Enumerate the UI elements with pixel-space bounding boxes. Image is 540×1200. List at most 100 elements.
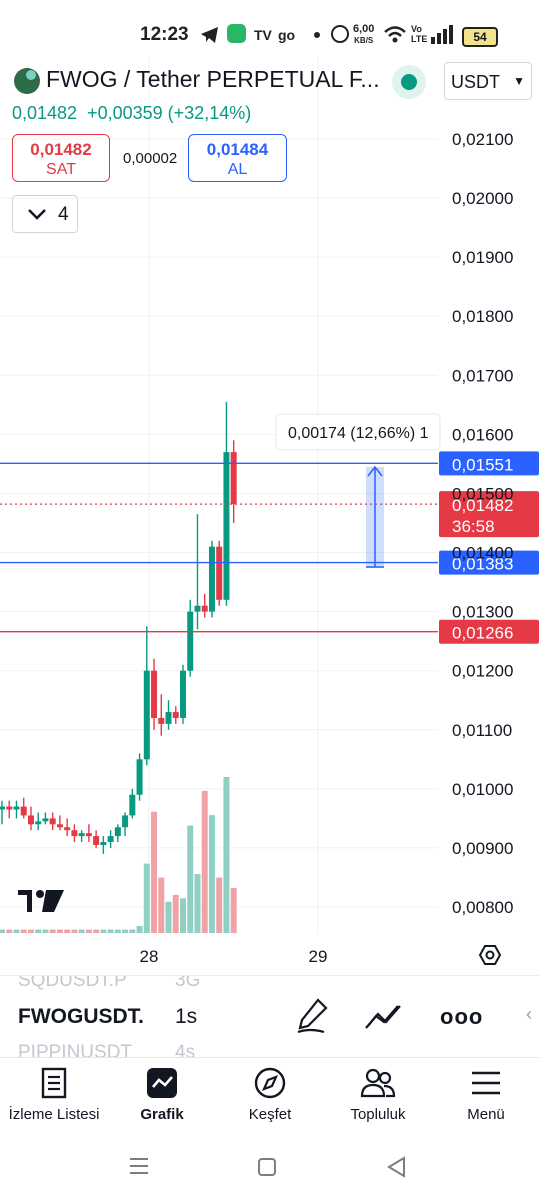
candle-body: [6, 806, 13, 810]
candle-body: [208, 546, 215, 612]
candle-body: [136, 759, 143, 795]
indicators-count: 4: [58, 204, 69, 225]
more-icon[interactable]: ooo: [440, 1004, 483, 1030]
currency-value: USDT: [451, 72, 500, 92]
price-tick-label: 0,01100: [452, 721, 512, 740]
candle-body: [35, 821, 42, 825]
currency-select[interactable]: USDT ▼: [444, 62, 532, 100]
volume-bar: [6, 929, 13, 933]
chevron-down-icon: [28, 209, 46, 220]
volume-bar: [143, 863, 150, 933]
symbol-title[interactable]: FWOG / Tether PERPETUAL F...: [46, 66, 380, 93]
price-tick-label: 0,00800: [452, 898, 513, 917]
watchlist-interval[interactable]: 4s: [175, 1042, 195, 1058]
price-tick-label: 0,02100: [452, 130, 513, 149]
candle-body: [187, 611, 194, 671]
candle-body: [107, 836, 114, 843]
candle-body: [64, 827, 71, 831]
volume-bar: [151, 811, 158, 933]
brush-icon[interactable]: [296, 998, 328, 1034]
nav-watchlist[interactable]: İzleme Listesi: [0, 1066, 108, 1123]
nav-menu[interactable]: Menü: [432, 1066, 540, 1123]
price-tick-label: 0,01000: [452, 780, 513, 799]
volume-bar: [100, 929, 107, 933]
volume-bar: [85, 929, 92, 933]
nav-label: İzleme Listesi: [8, 1106, 100, 1123]
volume-bar: [56, 929, 63, 933]
volume-bar: [93, 929, 100, 933]
watchlist-interval[interactable]: 3G: [175, 976, 200, 992]
volume-bar: [158, 877, 165, 933]
chart-settings-icon[interactable]: [478, 945, 502, 965]
candle-body: [143, 670, 150, 760]
price-tick-label: 0,01700: [452, 366, 513, 385]
nav-label: Keşfet: [248, 1106, 292, 1123]
candle-body: [165, 712, 172, 724]
candle-body: [230, 452, 237, 505]
buy-button[interactable]: 0,01484 AL: [188, 134, 287, 182]
trend-drawing-icon[interactable]: [364, 1002, 402, 1032]
watchlist-symbol[interactable]: PIPPINUSDT: [18, 1042, 132, 1058]
buy-label: AL: [227, 161, 248, 178]
candle-body: [78, 833, 85, 837]
candle-body: [85, 833, 92, 837]
menu-icon: [472, 1071, 500, 1095]
live-dot-icon: [401, 74, 417, 90]
candle-body: [0, 806, 5, 810]
community-icon: [360, 1068, 396, 1098]
candle-body: [13, 806, 20, 810]
time-axis: 28 29: [140, 945, 502, 966]
volume-bar: [223, 777, 230, 933]
fwog-logo: [14, 68, 40, 94]
price-tick-label: 0,01600: [452, 425, 513, 444]
time-tick-label: 29: [309, 947, 328, 966]
price-tick-label: 0,01300: [452, 603, 513, 622]
volume-bar: [78, 929, 85, 933]
measure-label-text: 0,00174 (12,66%) 1: [288, 425, 429, 442]
volume-bar: [187, 825, 194, 933]
price-tick-label: 0,01900: [452, 248, 513, 267]
price-tick-label: 0,01800: [452, 307, 513, 326]
candle-body: [158, 717, 165, 724]
candle-countdown: 36:58: [452, 517, 495, 536]
candle-body: [194, 605, 201, 612]
nav-explore[interactable]: Keşfet: [216, 1066, 324, 1123]
watchlist-icon: [41, 1067, 67, 1099]
measure-label: 0,00174 (12,66%) 1: [275, 413, 441, 451]
volume-bar: [208, 815, 215, 933]
last-price: 0,01482: [12, 103, 78, 123]
candle-body: [71, 830, 78, 837]
active-symbol[interactable]: FWOGUSDT.: [18, 1005, 144, 1029]
volume-bar: [27, 929, 34, 933]
back-icon[interactable]: [386, 1156, 406, 1178]
bottom-nav: İzleme Listesi Grafik Keşfet Topluluk Me…: [0, 1057, 540, 1136]
nav-community[interactable]: Topluluk: [324, 1066, 432, 1123]
price-line-label: 0,01266: [452, 624, 513, 643]
indicators-toggle-button[interactable]: 4: [12, 195, 78, 233]
volume-bar: [71, 929, 78, 933]
active-interval[interactable]: 1s: [175, 1005, 197, 1029]
nav-chart[interactable]: Grafik: [108, 1066, 216, 1123]
candle-body: [20, 806, 27, 816]
collapse-arrow-icon[interactable]: ‹: [526, 1004, 532, 1025]
price-tick-label: 0,00900: [452, 839, 513, 858]
candle-body: [223, 452, 230, 600]
recents-icon[interactable]: [128, 1156, 150, 1176]
watchlist-symbol[interactable]: SQDUSDT.P: [18, 976, 127, 992]
volume-bar: [20, 929, 27, 933]
sell-button[interactable]: 0,01482 SAT: [12, 134, 110, 182]
candle-body: [216, 546, 223, 600]
candle-body: [180, 670, 186, 718]
price-tick-label: 0,01500: [452, 484, 513, 503]
volume-bar: [216, 877, 223, 933]
candle-body: [56, 824, 63, 828]
nav-label: Grafik: [140, 1106, 184, 1123]
volume-bar: [136, 926, 143, 933]
candle-body: [151, 670, 158, 718]
tradingview-logo: [18, 890, 64, 912]
home-icon[interactable]: [257, 1157, 277, 1177]
market-status-indicator[interactable]: [392, 65, 426, 99]
buy-price: 0,01484: [206, 140, 269, 159]
price-summary: 0,01482 +0,00359 (+32,14%): [12, 103, 251, 124]
volume-bar: [49, 929, 56, 933]
